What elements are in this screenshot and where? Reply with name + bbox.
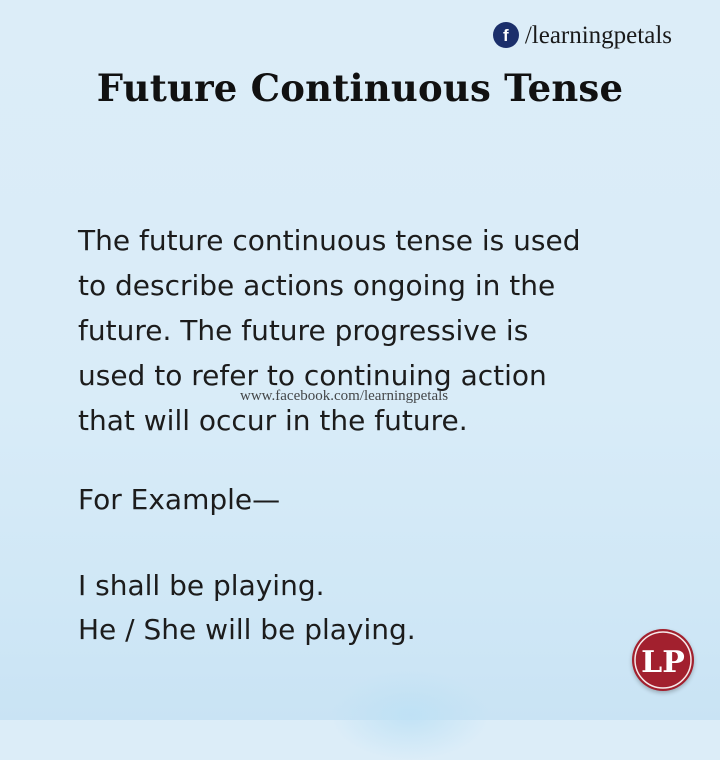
facebook-handle: f /learningpetals (492, 21, 672, 49)
lp-logo-icon: LP (634, 631, 692, 689)
page-title: Future Continuous Tense (96, 66, 624, 110)
definition-line: The future continuous tense is used (78, 224, 581, 257)
post-image: f /learningpetals Future Continuous Tens… (0, 0, 720, 760)
definition-line: future. The future progressive is (78, 314, 529, 347)
watermark-text: www.facebook.com/learningpetals (240, 388, 449, 404)
definition-paragraph: The future continuous tense is used to d… (78, 218, 678, 443)
example-sentence: I shall be playing. (78, 569, 325, 602)
facebook-icon: f (492, 22, 519, 48)
definition-line: to describe actions ongoing in the (78, 269, 556, 302)
logo-text: LP (641, 645, 685, 680)
examples-list: I shall be playing. He / She will be pla… (78, 564, 678, 652)
handle-text: /learningpetals (524, 21, 672, 49)
example-sentence: He / She will be playing. (78, 613, 416, 646)
learningpetals-logo: LP (632, 629, 694, 691)
content-body: The future continuous tense is used to d… (78, 218, 678, 652)
example-label: For Example— (78, 483, 281, 516)
background-glow (330, 670, 490, 760)
